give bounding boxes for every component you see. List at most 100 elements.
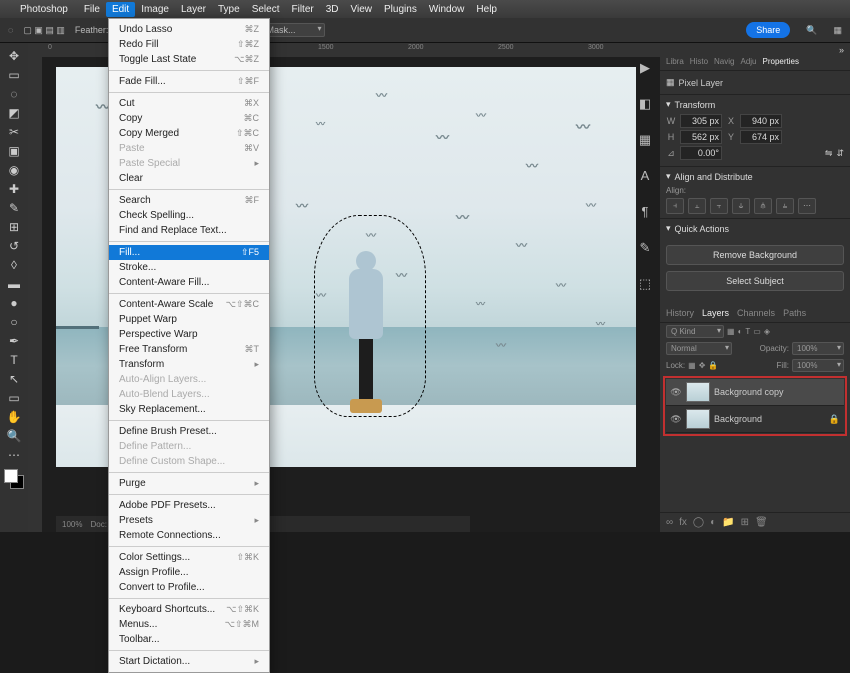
brush-tool[interactable]: ✎ xyxy=(4,199,24,216)
menu-item-keyboard-shortcuts[interactable]: Keyboard Shortcuts...⌥⇧⌘K xyxy=(109,602,269,617)
pen-tool[interactable]: ✒ xyxy=(4,332,24,349)
menubar-layer[interactable]: Layer xyxy=(175,2,212,17)
edit-toolbar[interactable]: ⋯ xyxy=(4,446,24,463)
menubar-plugins[interactable]: Plugins xyxy=(378,2,423,17)
layer-kind-filter[interactable]: Q Kind xyxy=(666,325,724,338)
selection-mode-icons[interactable]: ▢ ▣ ▤ ▥ xyxy=(23,25,65,36)
menubar-edit[interactable]: Edit xyxy=(106,2,135,17)
crop-tool[interactable]: ✂ xyxy=(4,123,24,140)
filter-type-icon[interactable]: T xyxy=(745,327,750,336)
share-button[interactable]: Share xyxy=(746,22,790,38)
lock-position-icon[interactable]: ✥ xyxy=(699,361,706,370)
menu-item-toggle-last-state[interactable]: Toggle Last State⌥⌘Z xyxy=(109,52,269,67)
zoom-level[interactable]: 100% xyxy=(62,520,82,529)
hand-tool[interactable]: ✋ xyxy=(4,408,24,425)
menu-item-assign-profile[interactable]: Assign Profile... xyxy=(109,565,269,580)
select-subject-button[interactable]: Select Subject xyxy=(666,271,844,291)
zoom-tool[interactable]: 🔍 xyxy=(4,427,24,444)
menubar-view[interactable]: View xyxy=(345,2,379,17)
menu-item-purge[interactable]: Purge▸ xyxy=(109,476,269,491)
opacity-input[interactable]: 100% xyxy=(792,342,844,355)
tab-libra[interactable]: Libra xyxy=(666,57,684,66)
menubar-window[interactable]: Window xyxy=(423,2,471,17)
menubar-image[interactable]: Image xyxy=(135,2,175,17)
tab-properties[interactable]: Properties xyxy=(763,57,799,66)
menu-item-define-brush-preset[interactable]: Define Brush Preset... xyxy=(109,424,269,439)
mask-icon[interactable]: ◯ xyxy=(693,517,704,528)
character-panel-icon[interactable]: A xyxy=(637,168,653,184)
layer-thumbnail[interactable] xyxy=(686,382,710,402)
menu-item-start-dictation[interactable]: Start Dictation...▸ xyxy=(109,654,269,669)
tab-paths[interactable]: Paths xyxy=(783,308,806,318)
layer-thumbnail[interactable] xyxy=(686,409,710,429)
menu-item-content-aware-scale[interactable]: Content-Aware Scale⌥⇧⌘C xyxy=(109,297,269,312)
healing-tool[interactable]: ✚ xyxy=(4,180,24,197)
panel-collapse-icon[interactable]: » xyxy=(839,45,844,51)
remove-background-button[interactable]: Remove Background xyxy=(666,245,844,265)
menubar-app[interactable]: Photoshop xyxy=(14,2,74,17)
menu-item-menus[interactable]: Menus...⌥⇧⌘M xyxy=(109,617,269,632)
align-hcenter[interactable]: ⫠ xyxy=(688,198,706,214)
blur-tool[interactable]: ● xyxy=(4,294,24,311)
search-icon[interactable]: 🔍 xyxy=(806,25,817,36)
adjustment-icon[interactable]: ◐ xyxy=(710,517,716,528)
menu-item-stroke[interactable]: Stroke... xyxy=(109,260,269,275)
group-icon[interactable]: 📁 xyxy=(722,517,734,528)
menu-item-fill[interactable]: Fill...⇧F5 xyxy=(109,245,269,260)
layer-row[interactable]: 👁Background copy xyxy=(666,379,844,406)
color-panel-icon[interactable]: ◧ xyxy=(637,96,653,112)
menu-item-copy-merged[interactable]: Copy Merged⇧⌘C xyxy=(109,126,269,141)
swatches-panel-icon[interactable]: ▦ xyxy=(637,132,653,148)
menubar-3d[interactable]: 3D xyxy=(320,2,345,17)
menu-item-transform[interactable]: Transform▸ xyxy=(109,357,269,372)
align-right[interactable]: ⫟ xyxy=(710,198,728,214)
menubar-type[interactable]: Type xyxy=(212,2,246,17)
menu-item-copy[interactable]: Copy⌘C xyxy=(109,111,269,126)
menu-item-content-aware-fill[interactable]: Content-Aware Fill... xyxy=(109,275,269,290)
menu-item-presets[interactable]: Presets▸ xyxy=(109,513,269,528)
layer-name[interactable]: Background xyxy=(714,414,762,424)
disclosure-icon[interactable]: ▾ xyxy=(666,223,671,234)
width-input[interactable]: 305 px xyxy=(680,114,722,128)
new-layer-icon[interactable]: ⊞ xyxy=(741,517,749,528)
visibility-icon[interactable]: 👁 xyxy=(670,414,682,425)
paragraph-panel-icon[interactable]: ¶ xyxy=(637,204,653,220)
fill-input[interactable]: 100% xyxy=(792,359,844,372)
link-layers-icon[interactable]: ∞ xyxy=(666,517,673,528)
brushes-panel-icon[interactable]: ✎ xyxy=(637,240,653,256)
visibility-icon[interactable]: 👁 xyxy=(670,387,682,398)
play-icon[interactable]: ▶ xyxy=(637,60,653,76)
align-vcenter[interactable]: ⫛ xyxy=(754,198,772,214)
tab-navig[interactable]: Navig xyxy=(714,57,734,66)
menubar-select[interactable]: Select xyxy=(246,2,286,17)
menubar-filter[interactable]: Filter xyxy=(285,2,319,17)
menu-item-clear[interactable]: Clear xyxy=(109,171,269,186)
menu-item-check-spelling[interactable]: Check Spelling... xyxy=(109,208,269,223)
tab-channels[interactable]: Channels xyxy=(737,308,775,318)
libraries-panel-icon[interactable]: ⬚ xyxy=(637,276,653,292)
x-input[interactable]: 940 px xyxy=(740,114,782,128)
menubar-file[interactable]: File xyxy=(78,2,106,17)
eyedropper-tool[interactable]: ◉ xyxy=(4,161,24,178)
tab-adju[interactable]: Adju xyxy=(740,57,756,66)
history-brush-tool[interactable]: ↺ xyxy=(4,237,24,254)
flip-h-icon[interactable]: ⇋ xyxy=(825,148,833,159)
flip-v-icon[interactable]: ⇵ xyxy=(836,148,844,159)
menu-item-convert-to-profile[interactable]: Convert to Profile... xyxy=(109,580,269,595)
tab-history[interactable]: History xyxy=(666,308,694,318)
delete-layer-icon[interactable]: 🗑 xyxy=(755,517,768,528)
type-tool[interactable]: T xyxy=(4,351,24,368)
gradient-tool[interactable]: ▬ xyxy=(4,275,24,292)
menu-item-fade-fill[interactable]: Fade Fill...⇧⌘F xyxy=(109,74,269,89)
object-select-tool[interactable]: ◩ xyxy=(4,104,24,121)
align-bottom[interactable]: ⫨ xyxy=(776,198,794,214)
doc-info[interactable]: Doc: xyxy=(90,520,106,529)
dodge-tool[interactable]: ○ xyxy=(4,313,24,330)
tab-layers[interactable]: Layers xyxy=(702,308,729,318)
menu-item-remote-connections[interactable]: Remote Connections... xyxy=(109,528,269,543)
menu-item-puppet-warp[interactable]: Puppet Warp xyxy=(109,312,269,327)
filter-adjust-icon[interactable]: ◐ xyxy=(738,327,743,336)
blend-mode-select[interactable]: Normal xyxy=(666,342,732,355)
lock-pixels-icon[interactable]: ▦ xyxy=(688,361,696,370)
height-input[interactable]: 562 px xyxy=(680,130,722,144)
